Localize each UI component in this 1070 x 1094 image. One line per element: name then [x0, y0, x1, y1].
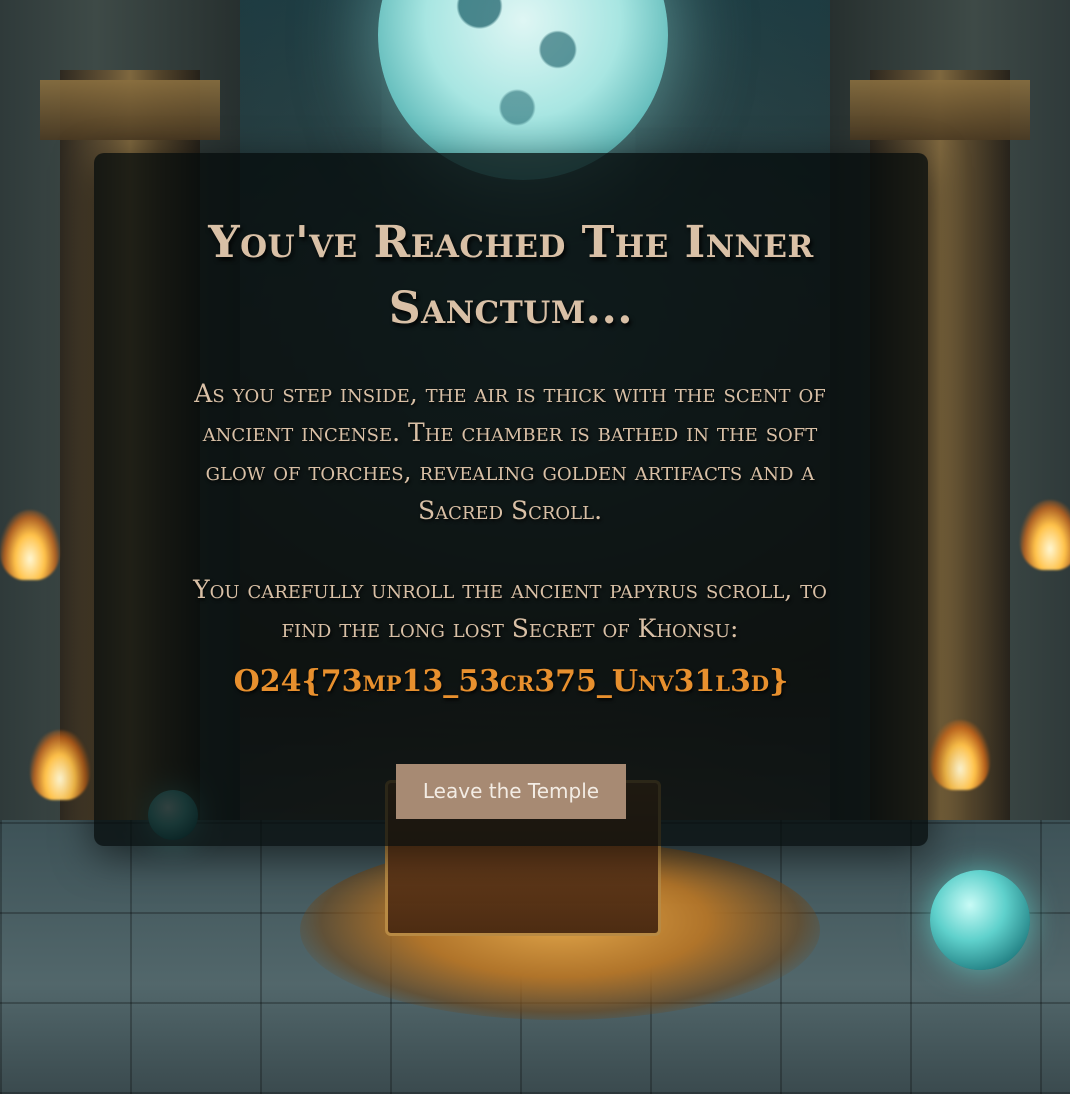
leave-temple-button[interactable]: Leave the Temple [396, 764, 626, 819]
torch-flame [0, 510, 60, 580]
crystal-orb [930, 870, 1030, 970]
intro-paragraph: As you step inside, the air is thick wit… [194, 379, 826, 525]
torch-flame [30, 730, 90, 800]
torch-flame [930, 720, 990, 790]
page-title: You've Reached The Inner Sanctum... [208, 217, 814, 334]
right-pillar-capital [850, 80, 1030, 140]
secret-flag-text: O24{73mp13_53cr375_Unv31l3d} [233, 664, 789, 699]
torch-flame [1020, 500, 1070, 570]
scroll-paragraph: You carefully unroll the ancient papyrus… [193, 575, 827, 643]
left-pillar-capital [40, 80, 220, 140]
